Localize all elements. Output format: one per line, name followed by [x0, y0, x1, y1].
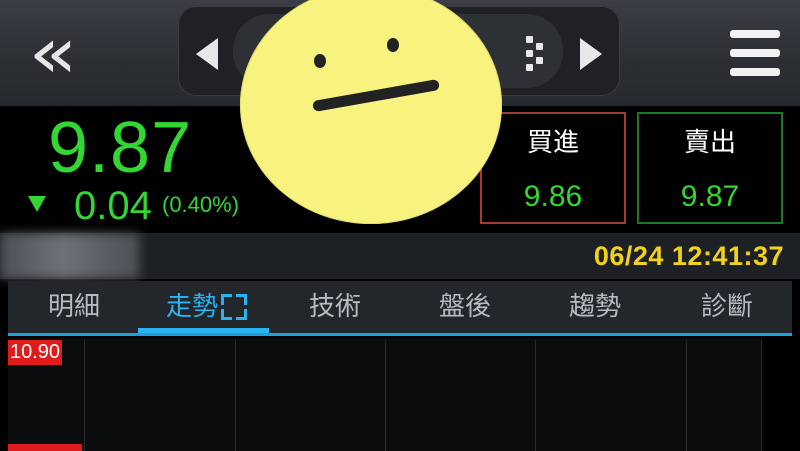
stock-name-redacted: [0, 233, 140, 279]
tab-divider: [8, 333, 792, 336]
emoji-sticker: [240, 0, 502, 224]
tab-trend[interactable]: 走勢: [138, 281, 218, 333]
emoji-mouth: [312, 78, 440, 113]
tab-details[interactable]: 明細: [12, 281, 136, 333]
chart-gridline: [84, 340, 85, 451]
chart-gridline: [235, 340, 236, 451]
tab-tendency[interactable]: 趨勢: [530, 281, 660, 333]
quote-timestamp: 06/24 12:41:37: [593, 241, 784, 271]
chart-gridline: [686, 340, 687, 451]
fullscreen-icon[interactable]: [221, 294, 247, 320]
chart-gridline: [535, 340, 536, 451]
sell-price: 9.87: [680, 180, 740, 213]
buy-box[interactable]: 買進 9.86: [480, 112, 626, 224]
back-button[interactable]: «: [5, 12, 86, 94]
hamburger-menu-button[interactable]: [730, 28, 780, 78]
chart-y-max-label: 10.90: [8, 340, 63, 365]
tab-diagnosis[interactable]: 診斷: [660, 281, 794, 333]
sell-label: 賣出: [683, 128, 736, 158]
chart-gridline: [761, 340, 762, 451]
emoji-eye: [387, 38, 399, 52]
emoji-eye: [314, 54, 326, 68]
chart-y-label-cropped: [8, 444, 82, 451]
next-stock-button[interactable]: [580, 38, 602, 70]
triangle-down-icon: [28, 196, 46, 212]
double-chevron-left-icon: «: [28, 12, 77, 94]
tab-technical[interactable]: 技術: [270, 281, 400, 333]
buy-label: 買進: [526, 128, 579, 158]
price-change: 0.04: [74, 184, 152, 228]
price-change-percent: (0.40%): [162, 192, 240, 217]
sell-box[interactable]: 賣出 9.87: [637, 112, 783, 224]
tab-after-hours[interactable]: 盤後: [400, 281, 530, 333]
buy-price: 9.86: [523, 180, 583, 213]
last-price: 9.87: [48, 108, 193, 188]
dots-grid-icon[interactable]: [526, 36, 554, 72]
previous-stock-button[interactable]: [196, 38, 218, 70]
chart-gridline: [385, 340, 386, 451]
